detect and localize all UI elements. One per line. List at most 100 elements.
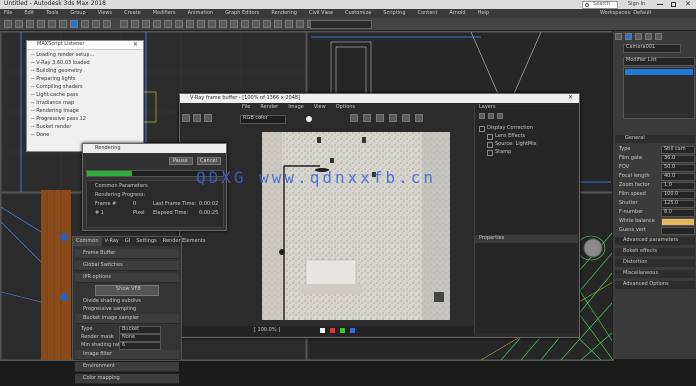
rollout-header[interactable]: Environment (75, 362, 179, 372)
layer-icon[interactable] (241, 20, 249, 28)
schematic-icon[interactable] (274, 20, 282, 28)
param-spinner[interactable]: 36.0 (661, 155, 695, 163)
material-editor-icon[interactable] (285, 20, 293, 28)
redo-icon[interactable] (15, 20, 23, 28)
menu-animation[interactable]: Animation (188, 11, 214, 16)
delete-icon[interactable] (497, 113, 503, 119)
region-icon[interactable] (204, 114, 212, 122)
pivot-icon[interactable] (164, 20, 172, 28)
menu-rendering[interactable]: Rendering (271, 11, 297, 16)
mirror-icon[interactable] (219, 20, 227, 28)
lens-icon[interactable] (363, 114, 371, 122)
vfb-menu-view[interactable]: View (314, 105, 326, 110)
scale-icon[interactable] (142, 20, 150, 28)
rollout-header[interactable]: Miscellaneous (615, 270, 695, 278)
vfb-menu-options[interactable]: Options (336, 105, 355, 110)
menu-civil-view[interactable]: Civil View (309, 11, 333, 16)
param-spinner[interactable]: Still cam (661, 146, 695, 154)
checkbox-row[interactable]: Progressive sampling (75, 306, 179, 314)
curve-editor-icon[interactable] (263, 20, 271, 28)
layer-item[interactable]: Display Correction (479, 125, 575, 133)
select-icon[interactable] (70, 20, 78, 28)
param-spinner[interactable]: 1.0 (661, 182, 695, 190)
add-layer-icon[interactable] (479, 113, 485, 119)
ref-coord-icon[interactable] (153, 20, 161, 28)
close-icon[interactable]: ✕ (685, 1, 691, 8)
field-input[interactable]: None (119, 334, 161, 342)
clear-icon[interactable] (193, 114, 201, 122)
stack-item-selected[interactable] (625, 69, 693, 75)
menu-create[interactable]: Create (124, 11, 141, 16)
param-spinner[interactable] (661, 227, 695, 235)
vray-frame-buffer-window[interactable]: V-Ray frame buffer - [100% of 1366 x 204… (179, 93, 580, 338)
rollout-header[interactable]: Distortion (615, 259, 695, 267)
menu-content[interactable]: Content (418, 11, 438, 16)
sign-in-link[interactable]: Sign In (628, 2, 645, 7)
unlink-icon[interactable] (37, 20, 45, 28)
menu-arnold[interactable]: Arnold (449, 11, 465, 16)
modifier-stack[interactable] (623, 67, 695, 119)
select-name-icon[interactable] (81, 20, 89, 28)
render-icon[interactable] (402, 114, 410, 122)
modifier-list-dropdown[interactable]: Modifier List (623, 57, 695, 66)
vfb-menu-image[interactable]: Image (288, 105, 304, 110)
param-spinner[interactable] (661, 218, 695, 226)
menu-modifiers[interactable]: Modifiers (153, 11, 176, 16)
minimize-icon[interactable] (657, 4, 663, 5)
menu-edit[interactable]: Edit (24, 11, 34, 16)
param-spinner[interactable]: 8.0 (661, 209, 695, 217)
tab-common[interactable]: Common (73, 237, 102, 246)
align-icon[interactable] (230, 20, 238, 28)
selection-set-dropdown[interactable] (310, 20, 372, 29)
snap-icon[interactable] (175, 20, 183, 28)
filter-icon[interactable] (59, 20, 67, 28)
rollout-header[interactable]: Frame Buffer (75, 249, 179, 259)
link-icon[interactable] (26, 20, 34, 28)
tab-gi[interactable]: GI (122, 237, 133, 246)
rollout-header[interactable]: Advanced Options (615, 281, 695, 289)
cancel-button[interactable]: Cancel (197, 157, 221, 165)
menu-help[interactable]: Help (478, 11, 489, 16)
listener-output[interactable]: -- Loading render setup... -- V-Ray 3.60.… (31, 53, 131, 141)
show-vfb-button[interactable]: Show VFB (95, 285, 159, 296)
rotate-icon[interactable] (131, 20, 139, 28)
menu-views[interactable]: Views (98, 11, 112, 16)
object-name-field[interactable]: Camera001 (623, 44, 681, 53)
menu-customize[interactable]: Customize (345, 11, 371, 16)
ribbon-icon[interactable] (252, 20, 260, 28)
tab-v-ray[interactable]: V-Ray (102, 237, 122, 246)
stop-icon[interactable] (415, 114, 423, 122)
param-spinner[interactable]: 125.0 (661, 200, 695, 208)
history-icon[interactable] (350, 114, 358, 122)
search-input[interactable]: Search (582, 1, 618, 9)
move-icon[interactable] (120, 20, 128, 28)
rollout-header[interactable]: IPR options (75, 273, 179, 283)
rollout-header[interactable]: Bokeh effects (615, 248, 695, 256)
compare-icon[interactable] (376, 114, 384, 122)
stamp-icon[interactable] (389, 114, 397, 122)
tab-settings[interactable]: Settings (133, 237, 160, 246)
eye-icon[interactable] (487, 134, 493, 140)
maximize-icon[interactable] (671, 2, 676, 7)
modify-tab-icon[interactable] (625, 33, 632, 40)
angle-snap-icon[interactable] (186, 20, 194, 28)
save-icon[interactable] (182, 114, 190, 122)
menu-tools[interactable]: Tools (46, 11, 58, 16)
rollout-header[interactable]: Advanced parameters (615, 237, 695, 245)
layer-item[interactable]: Lens Effects (479, 133, 575, 141)
folder-icon[interactable] (488, 113, 494, 119)
motion-tab-icon[interactable] (645, 33, 652, 40)
field-input[interactable]: 6 (119, 342, 161, 350)
param-spinner[interactable]: 100.0 (661, 191, 695, 199)
rect-select-icon[interactable] (92, 20, 100, 28)
field-input[interactable]: Bucket (119, 326, 161, 334)
rollout-header[interactable]: Bucket image sampler (75, 314, 179, 324)
rollout-header[interactable]: Color mapping (75, 374, 179, 384)
layers-tab[interactable]: Layers (479, 105, 496, 110)
undo-icon[interactable] (4, 20, 12, 28)
rollout-header[interactable]: Global Switches (75, 261, 179, 271)
eye-icon[interactable] (487, 142, 493, 148)
param-spinner[interactable]: 40.0 (661, 173, 695, 181)
vfb-menu-file[interactable]: File (242, 105, 250, 110)
tab-render-elements[interactable]: Render Elements (160, 237, 209, 246)
